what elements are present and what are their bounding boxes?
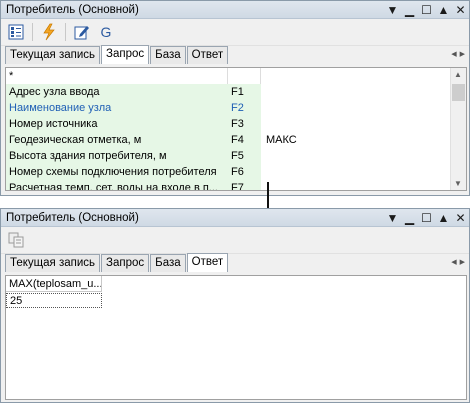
header-key-cell: [228, 68, 261, 84]
lightning-icon[interactable]: [38, 21, 60, 43]
table-row[interactable]: Номер источника F3: [6, 116, 266, 132]
field-key: F3: [228, 116, 261, 132]
field-value[interactable]: [261, 100, 266, 116]
scroll-up-icon[interactable]: ▲: [454, 70, 462, 79]
field-value[interactable]: [261, 84, 266, 100]
table-row[interactable]: Адрес узла ввода F1: [6, 84, 266, 100]
tab-query[interactable]: Запрос: [101, 254, 150, 272]
tab-right-icon[interactable]: ▶: [460, 258, 465, 266]
field-value[interactable]: [261, 116, 266, 132]
tab-strip: Текущая запись Запрос База Ответ ◀ ▶: [1, 45, 469, 64]
vertical-scrollbar[interactable]: ▲ ▼: [450, 68, 466, 190]
restore-up-icon[interactable]: ▲: [435, 210, 452, 226]
toolbar-separator: [65, 23, 66, 41]
edit-icon[interactable]: [71, 21, 93, 43]
close-icon[interactable]: ✕: [452, 2, 469, 18]
field-name: Номер схемы подключения потребителя: [6, 164, 228, 180]
field-key: F6: [228, 164, 261, 180]
tab-right-icon[interactable]: ▶: [460, 50, 465, 58]
field-value[interactable]: [261, 164, 266, 180]
copy-records-icon[interactable]: [5, 229, 27, 251]
field-name: Адрес узла ввода: [6, 84, 228, 100]
top-window: Потребитель (Основной) ▼ ▁ ☐ ▲ ✕ G Текущ…: [0, 0, 470, 196]
field-value[interactable]: [261, 148, 266, 164]
field-value[interactable]: [261, 180, 266, 190]
window-title: Потребитель (Основной): [6, 3, 139, 16]
toolbar: [1, 227, 469, 254]
toolbar-separator: [32, 23, 33, 41]
field-name: Высота здания потребителя, м: [6, 148, 228, 164]
table-row[interactable]: Наименование узла F2: [6, 100, 266, 116]
tab-base[interactable]: База: [150, 254, 186, 272]
minimize-icon[interactable]: ▁: [401, 2, 418, 18]
title-bar[interactable]: Потребитель (Основной) ▼ ▁ ☐ ▲ ✕: [1, 209, 469, 227]
table-row[interactable]: Геодезическая отметка, м F4 МАКС: [6, 132, 297, 148]
restore-up-icon[interactable]: ▲: [435, 2, 452, 18]
field-key: F2: [228, 100, 261, 116]
query-grid[interactable]: * Адрес узла ввода F1 Наименование узла …: [5, 67, 467, 191]
bottom-window: Потребитель (Основной) ▼ ▁ ☐ ▲ ✕ Текущая…: [0, 208, 470, 403]
scroll-down-icon[interactable]: ▼: [454, 179, 462, 188]
tab-query[interactable]: Запрос: [101, 45, 150, 64]
tab-answer[interactable]: Ответ: [186, 253, 229, 272]
table-row[interactable]: Номер схемы подключения потребителя F6: [6, 164, 266, 180]
header-mark: *: [6, 68, 228, 84]
tab-base[interactable]: База: [150, 46, 186, 64]
tab-left-icon[interactable]: ◀: [451, 258, 456, 266]
pin-icon[interactable]: ▼: [384, 210, 401, 226]
tab-scroll-buttons[interactable]: ◀ ▶: [451, 50, 465, 58]
toolbar: G: [1, 19, 469, 46]
field-name: Геодезическая отметка, м: [6, 132, 228, 148]
tab-current-record[interactable]: Текущая запись: [5, 254, 101, 272]
field-value[interactable]: МАКС: [261, 132, 297, 148]
minimize-icon[interactable]: ▁: [401, 210, 418, 226]
table-row[interactable]: Расчетная темп. сет. воды на входе в п..…: [6, 180, 266, 190]
result-value-cell[interactable]: 25: [6, 293, 102, 308]
result-column-header[interactable]: MAX(teplosam_u...: [6, 276, 102, 292]
close-icon[interactable]: ✕: [452, 210, 469, 226]
result-grid[interactable]: MAX(teplosam_u... 25: [5, 275, 467, 400]
field-key: F7: [228, 180, 261, 190]
tab-scroll-buttons[interactable]: ◀ ▶: [451, 258, 465, 266]
title-bar[interactable]: Потребитель (Основной) ▼ ▁ ☐ ▲ ✕: [1, 1, 469, 19]
scroll-thumb[interactable]: [452, 84, 465, 101]
maximize-icon[interactable]: ☐: [418, 2, 435, 18]
field-key: F1: [228, 84, 261, 100]
field-key: F4: [228, 132, 261, 148]
field-key: F5: [228, 148, 261, 164]
grid-header-row: *: [6, 68, 261, 84]
table-row[interactable]: Высота здания потребителя, м F5: [6, 148, 266, 164]
pin-icon[interactable]: ▼: [384, 2, 401, 18]
field-name: Номер источника: [6, 116, 228, 132]
tab-strip: Текущая запись Запрос База Ответ ◀ ▶: [1, 253, 469, 272]
g-icon[interactable]: G: [95, 21, 117, 43]
tab-left-icon[interactable]: ◀: [451, 50, 456, 58]
tab-current-record[interactable]: Текущая запись: [5, 46, 101, 64]
fields-grid-icon[interactable]: [5, 21, 27, 43]
field-name: Наименование узла: [6, 100, 228, 116]
field-name: Расчетная темп. сет. воды на входе в п..…: [6, 180, 228, 190]
window-title: Потребитель (Основной): [6, 211, 139, 224]
tab-answer[interactable]: Ответ: [186, 46, 229, 64]
maximize-icon[interactable]: ☐: [418, 210, 435, 226]
